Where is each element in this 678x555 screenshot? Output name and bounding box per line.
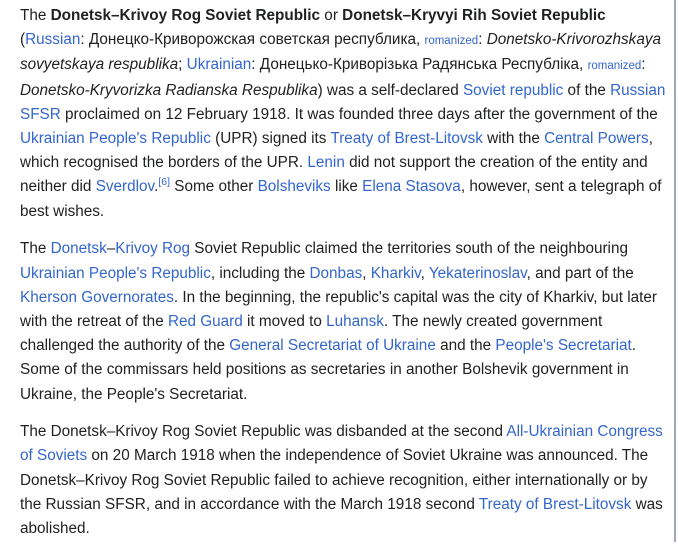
text-span: Soviet Republic claimed the territories … [190, 240, 628, 258]
text-span: it moved to [242, 312, 327, 330]
link-ukrainian-language[interactable]: Ukrainian [187, 56, 252, 73]
link-donbas[interactable]: Donbas [310, 265, 363, 282]
link-soviet-republic[interactable]: Soviet republic [463, 82, 563, 99]
link-central-powers[interactable]: Central Powers [544, 130, 649, 147]
article-body: The Donetsk–Krivoy Rog Soviet Republic o… [20, 4, 668, 555]
text-span: ; [178, 56, 187, 74]
link-bolsheviks[interactable]: Bolsheviks [258, 178, 331, 195]
text-span: and the [435, 337, 496, 355]
text-span: with the [482, 130, 545, 148]
citation-ref-6[interactable]: [6] [158, 176, 170, 188]
text-span: – [106, 240, 116, 258]
link-treaty-brest-litovsk[interactable]: Treaty of Brest-Litovsk [330, 130, 482, 147]
link-yekaterinoslav[interactable]: Yekaterinoslav [429, 265, 527, 282]
paragraph-territory: The Donetsk–Krivoy Rog Soviet Republic c… [20, 237, 668, 406]
text-span: proclaimed on 12 February 1918. It was f… [60, 105, 658, 123]
paragraph-intro: The Donetsk–Krivoy Rog Soviet Republic o… [20, 4, 668, 224]
text-span: , and part of the [526, 264, 634, 282]
text-span: , [362, 264, 371, 282]
text-span: The [20, 240, 51, 258]
text-span: or [320, 7, 343, 24]
text-span: : [478, 31, 487, 49]
text-span: ) was a self-declared [317, 81, 463, 99]
link-peoples-secretariat[interactable]: People's Secretariat [495, 337, 631, 354]
text-span: Some other [170, 178, 258, 196]
paragraph-dissolution: The Donetsk–Krivoy Rog Soviet Republic w… [20, 420, 668, 541]
text-span: : Донецко-Криворожская советская республ… [80, 31, 425, 49]
link-kherson-governorates[interactable]: Kherson Governorates [20, 289, 174, 306]
link-russian-language[interactable]: Russian [25, 31, 80, 48]
text-span: (UPR) signed its [210, 130, 331, 148]
text-span: The [20, 7, 51, 24]
text-span: : [641, 56, 646, 74]
text-span: like [330, 178, 363, 196]
link-luhansk[interactable]: Luhansk [326, 313, 384, 330]
text-span: : Донецько-Криворізька Радянська Республ… [251, 56, 588, 74]
bold-title-primary: Donetsk–Krivoy Rog Soviet Republic [50, 7, 321, 24]
link-red-guard[interactable]: Red Guard [168, 313, 243, 330]
link-ukrainian-peoples-republic[interactable]: Ukrainian People's Republic [20, 265, 211, 282]
bold-title-alternate: Donetsk–Kryvyi Rih Soviet Republic [342, 7, 606, 24]
link-ukrainian-peoples-republic[interactable]: Ukrainian People's Republic [20, 130, 211, 147]
link-elena-stasova[interactable]: Elena Stasova [362, 178, 461, 195]
link-romanized[interactable]: romanized [588, 60, 642, 72]
link-treaty-brest-litovsk[interactable]: Treaty of Brest-Litovsk [479, 496, 631, 513]
link-lenin[interactable]: Lenin [307, 154, 344, 171]
link-donetsk[interactable]: Donetsk [51, 240, 107, 257]
text-span: of the [563, 81, 611, 99]
link-romanized[interactable]: romanized [425, 35, 479, 47]
link-sverdlov[interactable]: Sverdlov [96, 178, 154, 195]
link-kharkiv[interactable]: Kharkiv [371, 265, 421, 282]
link-general-secretariat[interactable]: General Secretariat of Ukraine [229, 337, 436, 354]
text-span: The Donetsk–Krivoy Rog Soviet Republic w… [20, 423, 507, 441]
text-span: , [420, 264, 429, 282]
text-span: , including the [210, 264, 310, 282]
link-krivoy-rog[interactable]: Krivoy Rog [115, 240, 190, 257]
italic-ukrainian-romanization: Donetsko-Kryvorizka Radianska Respublika [20, 81, 318, 99]
